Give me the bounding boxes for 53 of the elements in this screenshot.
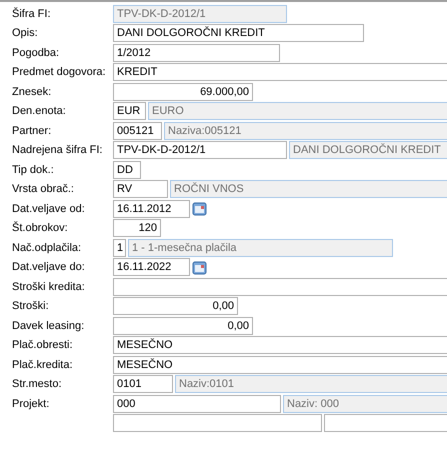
field-label: Nač.odplačila: [11, 242, 82, 254]
input-field[interactable]: 1 [113, 238, 126, 257]
input-field[interactable]: DD [113, 160, 141, 179]
input-field[interactable]: 69.000,00 [113, 82, 253, 101]
calendar-icon[interactable] [192, 201, 207, 216]
field-label: Znesek: [11, 86, 52, 98]
input-field[interactable]: 16.11.2012 [113, 200, 190, 218]
field-label: Nadrejena šifra FI: [11, 144, 104, 156]
field-label: Stroški kredita: [11, 280, 86, 293]
readonly-field[interactable]: EURO [148, 102, 447, 120]
readonly-field[interactable]: DANI DOLGOROČNI KREDIT [289, 141, 447, 160]
field-label: Str.mesto: [11, 378, 63, 390]
field-label: Tip dok.: [11, 164, 55, 176]
input-field[interactable]: 1/2012 [113, 44, 280, 62]
readonly-field[interactable]: Naziva:005121 [164, 122, 447, 140]
field-label: Projekt: [11, 398, 50, 410]
readonly-field[interactable]: TPV-DK-D-2012/1 [113, 4, 287, 23]
field-label: Den.enota: [11, 105, 67, 118]
calendar-icon[interactable] [192, 260, 207, 275]
input-field[interactable]: 120 [113, 219, 161, 238]
input-field[interactable] [113, 278, 447, 296]
readonly-field[interactable]: Naziv: 000 [283, 394, 447, 413]
input-field[interactable]: EUR [113, 102, 146, 120]
field-label: Pogodba: [11, 46, 60, 59]
readonly-field[interactable]: Naziv:0101 [175, 375, 447, 394]
input-field[interactable]: KREDIT [113, 63, 447, 82]
input-field[interactable] [113, 414, 322, 432]
field-label: Opis: [11, 27, 39, 40]
input-field[interactable]: DANI DOLGOROČNI KREDIT [113, 24, 364, 42]
field-label: Predmet dogovora: [11, 66, 107, 78]
field-label: Plač.kredita: [11, 358, 74, 371]
input-field[interactable]: 0,00 [113, 316, 253, 335]
input-field[interactable]: 0101 [113, 375, 173, 394]
input-field[interactable]: 16.11.2022 [113, 258, 190, 276]
readonly-field[interactable]: ROČNI VNOS [170, 180, 447, 198]
field-label: Dat.veljave do: [11, 261, 86, 274]
input-field[interactable]: 000 [113, 394, 281, 413]
field-label: Plač.obresti: [11, 339, 74, 352]
field-label: Davek leasing: [11, 320, 86, 332]
input-field[interactable]: TPV-DK-D-2012/1 [113, 141, 287, 160]
input-field[interactable]: RV [113, 180, 168, 198]
field-label: Dat.veljave od: [11, 202, 86, 215]
field-label: Partner: [11, 124, 52, 137]
input-field[interactable] [324, 414, 447, 432]
input-field[interactable]: MESEČNO [113, 336, 447, 354]
field-label: Št.obrokov: [11, 222, 69, 234]
readonly-field[interactable]: 1 - 1-mesečna plačila [128, 238, 393, 257]
input-field[interactable]: 005121 [113, 122, 162, 140]
field-label: Šifra FI: [11, 8, 52, 20]
input-field[interactable]: 0,00 [113, 297, 238, 316]
input-field[interactable]: MESEČNO [113, 356, 447, 374]
field-label: Stroški: [11, 300, 50, 312]
field-label: Vrsta obrač.: [11, 183, 75, 196]
